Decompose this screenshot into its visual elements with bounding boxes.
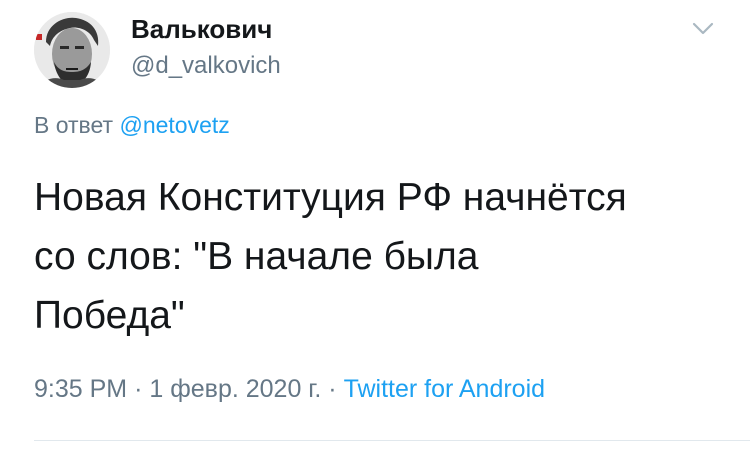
tweet-card: Валькович @d_valkovich В ответ @netovetz… bbox=[0, 0, 750, 449]
tweet-source-link[interactable]: Twitter for Android bbox=[344, 375, 545, 403]
reply-context: В ответ @netovetz bbox=[34, 112, 230, 139]
display-name[interactable]: Валькович bbox=[131, 14, 272, 45]
avatar-image bbox=[34, 12, 110, 88]
tweet-date[interactable]: 1 февр. 2020 г. bbox=[149, 375, 321, 403]
chevron-down-icon[interactable] bbox=[688, 14, 718, 44]
reply-mention-link[interactable]: @netovetz bbox=[119, 112, 229, 138]
tweet-time[interactable]: 9:35 PM bbox=[34, 375, 127, 403]
user-handle[interactable]: @d_valkovich bbox=[131, 52, 281, 80]
divider bbox=[34, 440, 750, 441]
avatar[interactable] bbox=[34, 12, 110, 88]
reply-prefix: В ответ bbox=[34, 112, 114, 138]
tweet-text: Новая Конституция РФ начнётся со слов: "… bbox=[34, 176, 627, 337]
meta-separator: · bbox=[328, 375, 337, 403]
meta-separator: · bbox=[134, 375, 143, 403]
tweet-meta: 9:35 PM · 1 февр. 2020 г. · Twitter for … bbox=[34, 375, 545, 404]
